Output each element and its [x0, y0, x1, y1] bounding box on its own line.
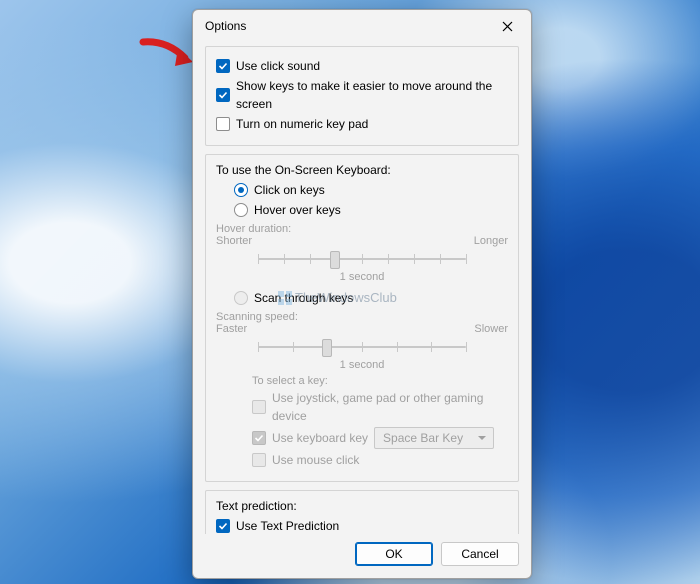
sound-group: Use click sound Show keys to make it eas… [205, 46, 519, 146]
scan-through-keys-label: Scan through keys [254, 289, 353, 307]
numeric-keypad-checkbox[interactable] [216, 117, 230, 131]
options-dialog: Options Use click sound Show keys to mak… [192, 9, 532, 579]
select-key-heading: To select a key: [252, 375, 508, 387]
show-keys-label: Show keys to make it easier to move arou… [236, 77, 508, 113]
numeric-keypad-label: Turn on numeric key pad [236, 115, 368, 133]
hover-duration-value: 1 second [216, 271, 508, 283]
dialog-title: Options [205, 19, 246, 33]
use-joystick-checkbox [252, 400, 266, 414]
keyboard-key-combo: Space Bar Key [374, 427, 494, 449]
click-on-keys-label: Click on keys [254, 181, 325, 199]
use-keyboard-key-checkbox [252, 431, 266, 445]
scan-faster-label: Faster [216, 323, 247, 335]
dialog-content: Use click sound Show keys to make it eas… [193, 42, 531, 534]
hover-duration-label: Hover duration: [216, 223, 508, 235]
scan-through-keys-radio[interactable] [234, 291, 248, 305]
use-text-prediction-label: Use Text Prediction [236, 517, 339, 534]
use-joystick-label: Use joystick, game pad or other gaming d… [272, 389, 508, 425]
hover-over-keys-label: Hover over keys [254, 201, 341, 219]
usage-heading: To use the On-Screen Keyboard: [216, 163, 508, 177]
use-keyboard-key-label: Use keyboard key [272, 429, 368, 447]
use-click-sound-label: Use click sound [236, 57, 320, 75]
titlebar: Options [193, 10, 531, 42]
hover-shorter-label: Shorter [216, 235, 252, 247]
hover-longer-label: Longer [474, 235, 508, 247]
use-text-prediction-checkbox[interactable] [216, 519, 230, 533]
hover-duration-slider [258, 249, 466, 269]
use-click-sound-checkbox[interactable] [216, 59, 230, 73]
scan-speed-slider [258, 337, 466, 357]
scan-speed-label: Scanning speed: [216, 311, 508, 323]
close-icon [502, 21, 513, 32]
click-on-keys-radio[interactable] [234, 183, 248, 197]
use-mouse-click-label: Use mouse click [272, 451, 359, 469]
ok-button[interactable]: OK [355, 542, 433, 566]
prediction-group: Text prediction: Use Text Prediction Ins… [205, 490, 519, 534]
annotation-arrow [139, 36, 197, 70]
show-keys-checkbox[interactable] [216, 88, 230, 102]
cancel-button[interactable]: Cancel [441, 542, 519, 566]
scan-speed-value: 1 second [216, 359, 508, 371]
prediction-heading: Text prediction: [216, 499, 508, 513]
close-button[interactable] [487, 12, 527, 40]
hover-over-keys-radio[interactable] [234, 203, 248, 217]
use-mouse-click-checkbox [252, 453, 266, 467]
dialog-footer: OK Cancel [193, 534, 531, 578]
usage-group: To use the On-Screen Keyboard: Click on … [205, 154, 519, 482]
scan-slower-label: Slower [474, 323, 508, 335]
